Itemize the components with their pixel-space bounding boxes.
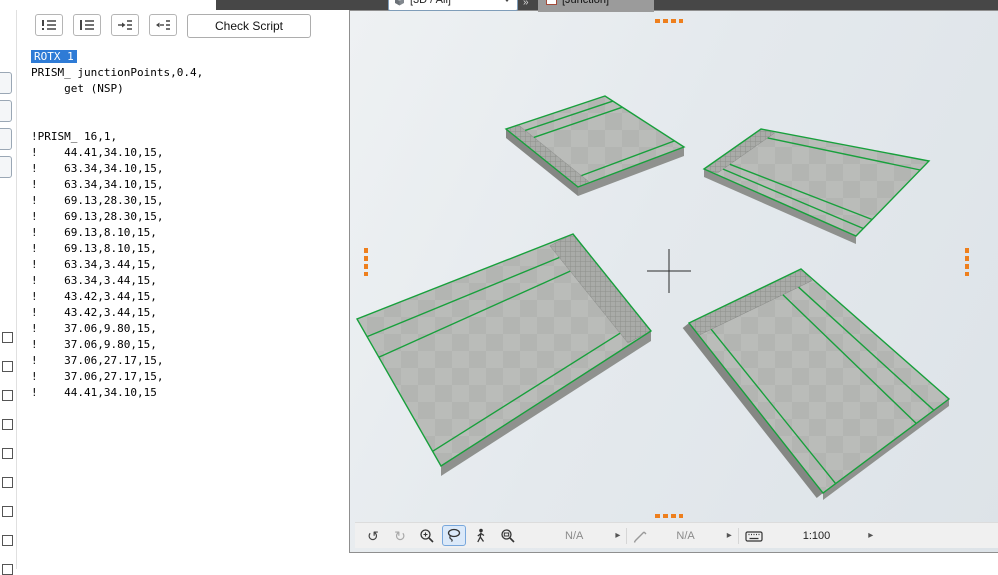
code-line[interactable]: ! 63.34,34.10,15, bbox=[31, 162, 341, 178]
tracker-value-1: N/A bbox=[565, 529, 584, 542]
road-segment-bottom-left[interactable] bbox=[355, 233, 653, 476]
toolbar-overflow-chevrons[interactable]: » bbox=[523, 0, 529, 8]
indent-button[interactable] bbox=[111, 14, 139, 36]
code-line[interactable]: get (NSP) bbox=[31, 82, 341, 98]
lasso-select-button[interactable] bbox=[442, 525, 466, 546]
zoom-in-icon bbox=[420, 528, 434, 543]
check-script-button[interactable]: Check Script bbox=[187, 14, 311, 38]
code-line[interactable]: ! 37.06,27.17,15, bbox=[31, 354, 341, 370]
code-line[interactable]: ! 69.13,28.30,15, bbox=[31, 210, 341, 226]
road-segment-top-left[interactable] bbox=[504, 95, 686, 196]
orbit-forward-button[interactable]: ↻ bbox=[388, 525, 412, 546]
code-line[interactable]: ! 69.13,28.30,15, bbox=[31, 194, 341, 210]
edge-button[interactable] bbox=[0, 100, 12, 122]
road-segment-bottom-right[interactable] bbox=[682, 268, 951, 500]
layer-checkbox[interactable] bbox=[2, 419, 13, 430]
tab-junction[interactable]: [Junction] bbox=[538, 0, 654, 12]
view-selector-label: [3D / All] bbox=[410, 0, 451, 6]
code-line[interactable]: ! 69.13,8.10,15, bbox=[31, 242, 341, 258]
code-line[interactable]: ! 63.34,3.44,15, bbox=[31, 274, 341, 290]
left-checkbox-column bbox=[2, 332, 13, 575]
code-line[interactable] bbox=[31, 114, 341, 130]
toggle-comment-icon bbox=[42, 20, 56, 30]
code-line[interactable]: !PRISM_ 16,1, bbox=[31, 130, 341, 146]
layer-checkbox[interactable] bbox=[2, 361, 13, 372]
layer-checkbox[interactable] bbox=[2, 535, 13, 546]
zoom-extent-icon bbox=[501, 528, 515, 543]
walk-mode-button[interactable] bbox=[469, 525, 493, 546]
dropdown-arrow-icon bbox=[505, 0, 509, 2]
elevation-marker-left[interactable] bbox=[364, 248, 368, 276]
code-line[interactable]: ! 43.42,3.44,15, bbox=[31, 290, 341, 306]
elevation-marker-right[interactable] bbox=[965, 248, 969, 276]
viewport-nav-toolbar: ↺ ↻ N/A ▸ N/A ▸ 1:100 ▸ bbox=[355, 522, 998, 548]
left-partial-buttons bbox=[0, 72, 12, 178]
code-line[interactable]: ! 37.06,9.80,15, bbox=[31, 338, 341, 354]
walk-icon bbox=[477, 528, 485, 542]
outdent-icon bbox=[156, 20, 170, 30]
code-line[interactable]: ! 63.34,34.10,15, bbox=[31, 178, 341, 194]
lasso-icon bbox=[447, 528, 461, 542]
layer-checkbox[interactable] bbox=[2, 390, 13, 401]
cube-icon bbox=[395, 0, 404, 5]
layer-checkbox[interactable] bbox=[2, 448, 13, 459]
layer-checkbox[interactable] bbox=[2, 564, 13, 575]
crosshair-cursor bbox=[647, 249, 691, 293]
code-editor[interactable]: ROTX 1 PRISM_ junctionPoints,0.4, get (NS… bbox=[31, 50, 341, 402]
code-line[interactable]: PRISM_ junctionPoints,0.4, bbox=[31, 66, 341, 82]
code-line[interactable]: ROTX 1 bbox=[31, 50, 341, 66]
layer-checkbox[interactable] bbox=[2, 506, 13, 517]
code-line[interactable]: ! 69.13,8.10,15, bbox=[31, 226, 341, 242]
zoom-in-button[interactable] bbox=[415, 525, 439, 546]
3d-viewport[interactable]: ↺ ↻ N/A ▸ N/A ▸ 1:100 ▸ bbox=[349, 10, 998, 553]
outdent-button[interactable] bbox=[149, 14, 177, 36]
toolbar-separator bbox=[626, 527, 628, 544]
zoom-extent-button[interactable] bbox=[496, 525, 520, 546]
view-selector-combo[interactable]: [3D / All] bbox=[388, 0, 518, 11]
layer-checkbox[interactable] bbox=[2, 332, 13, 343]
tracker-value-2: N/A bbox=[676, 529, 695, 542]
elevation-marker-bottom[interactable] bbox=[655, 514, 683, 518]
edge-button[interactable] bbox=[0, 156, 12, 178]
expander-arrow-icon[interactable]: ▸ bbox=[727, 530, 732, 541]
orbit-back-button[interactable]: ↺ bbox=[361, 525, 385, 546]
edge-button[interactable] bbox=[0, 128, 12, 150]
expander-arrow-icon[interactable]: ▸ bbox=[615, 530, 620, 541]
orbit-left-icon: ↺ bbox=[367, 527, 379, 544]
toolbar-separator bbox=[737, 527, 739, 544]
code-line[interactable]: ! 37.06,9.80,15, bbox=[31, 322, 341, 338]
comment-lines-icon bbox=[80, 20, 94, 30]
code-line[interactable]: ! 63.34,3.44,15, bbox=[31, 258, 341, 274]
scale-indicator[interactable]: 1:100 bbox=[803, 530, 831, 542]
indent-icon bbox=[118, 20, 132, 30]
toggle-comment-button[interactable] bbox=[35, 14, 63, 36]
code-line[interactable]: ! 44.41,34.10,15 bbox=[31, 386, 341, 402]
tab-junction-label: [Junction] bbox=[562, 0, 610, 6]
junction-tab-icon bbox=[546, 0, 557, 5]
gdl-script-panel: Check Script ROTX 1 PRISM_ junctionPoints… bbox=[16, 10, 350, 569]
edge-button[interactable] bbox=[0, 72, 12, 94]
code-line[interactable] bbox=[31, 98, 341, 114]
comment-lines-button[interactable] bbox=[73, 14, 101, 36]
keyboard-icon bbox=[745, 530, 763, 542]
code-line[interactable]: ! 37.06,27.17,15, bbox=[31, 370, 341, 386]
road-segment-top-right[interactable] bbox=[702, 128, 931, 244]
elevation-marker-top[interactable] bbox=[655, 19, 683, 23]
pen-icon bbox=[634, 531, 647, 543]
application-window: { "topbar": { "view_selector_label": "[3… bbox=[0, 0, 998, 575]
3d-scene bbox=[355, 95, 951, 500]
expander-arrow-icon[interactable]: ▸ bbox=[868, 530, 873, 541]
orbit-right-icon: ↻ bbox=[394, 527, 406, 544]
code-line[interactable]: ! 43.42,3.44,15, bbox=[31, 306, 341, 322]
code-line[interactable]: ! 44.41,34.10,15, bbox=[31, 146, 341, 162]
layer-checkbox[interactable] bbox=[2, 477, 13, 488]
